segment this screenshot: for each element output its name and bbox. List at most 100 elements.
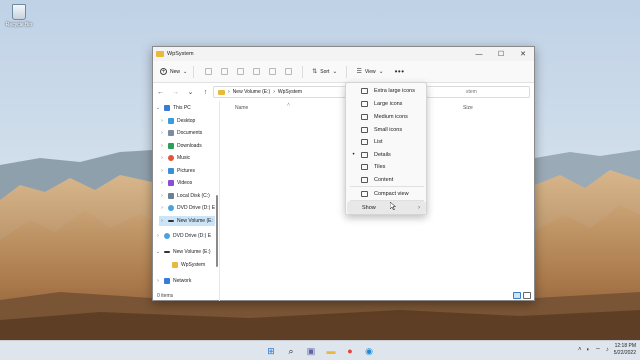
plus-icon: + bbox=[160, 68, 167, 75]
title-bar[interactable]: WpSystem — ☐ ✕ bbox=[153, 47, 534, 61]
sidebar-item-wpsystem[interactable]: WpSystem bbox=[163, 260, 205, 270]
copy-icon[interactable] bbox=[220, 68, 228, 75]
menu-item-content[interactable]: Content bbox=[346, 173, 426, 186]
chevron-icon[interactable]: ⌄ bbox=[155, 105, 161, 111]
chevron-icon[interactable]: › bbox=[155, 278, 161, 284]
sidebar-item-network[interactable]: › Network bbox=[155, 276, 191, 286]
command-bar: + New ⌄ ⇅ Sort ⌄ ☰ View ⌄ ••• bbox=[153, 61, 534, 83]
sidebar-item-dvd-drive-root[interactable]: › DVD Drive (D:) E bbox=[155, 231, 211, 241]
submenu-arrow-icon: › bbox=[418, 204, 420, 211]
search-input[interactable]: stem bbox=[426, 86, 530, 98]
sidebar-item-label: WpSystem bbox=[181, 262, 206, 268]
toolbar-divider bbox=[346, 65, 348, 78]
forward-button[interactable]: → bbox=[168, 89, 183, 96]
menu-item-extra-large-icons[interactable]: Extra large icons bbox=[346, 84, 426, 97]
sidebar-item-videos[interactable]: › Videos bbox=[159, 178, 192, 188]
sidebar-item-label: Desktop bbox=[177, 117, 196, 124]
cut-icon[interactable] bbox=[204, 68, 212, 75]
maximize-button[interactable]: ☐ bbox=[490, 47, 512, 61]
paste-icon[interactable] bbox=[236, 68, 244, 75]
details-view-icon[interactable] bbox=[513, 292, 521, 299]
back-button[interactable]: ← bbox=[153, 89, 168, 96]
breadcrumb-item[interactable]: New Volume (E:) bbox=[233, 89, 271, 95]
sidebar-item-desktop[interactable]: › Desktop bbox=[159, 116, 195, 126]
recycle-bin-desktop-icon[interactable]: Recycle Bin bbox=[4, 4, 34, 28]
menu-item-list[interactable]: List bbox=[346, 135, 426, 148]
breadcrumb-separator: › bbox=[273, 89, 275, 95]
sidebar-item-label: Music bbox=[177, 155, 191, 161]
chevron-icon[interactable]: › bbox=[159, 130, 165, 136]
menu-item-label: Details bbox=[374, 151, 391, 158]
dvd-icon bbox=[168, 205, 174, 211]
onedrive-icon[interactable]: ◐ bbox=[586, 347, 590, 353]
menu-item-label: Tiles bbox=[374, 163, 386, 170]
videos-icon bbox=[168, 180, 174, 186]
file-explorer-window: WpSystem — ☐ ✕ + New ⌄ ⇅ Sort ⌄ ☰ View ⌄ bbox=[152, 46, 535, 301]
chevron-icon[interactable]: › bbox=[159, 218, 165, 224]
sidebar-item-music[interactable]: › Music bbox=[159, 153, 190, 163]
breadcrumb-item[interactable]: WpSystem bbox=[278, 89, 302, 95]
sidebar-item-downloads[interactable]: › Downloads bbox=[159, 141, 202, 151]
sidebar-item-dvd-drive[interactable]: › DVD Drive (D:) E bbox=[159, 203, 215, 213]
chevron-icon[interactable]: › bbox=[159, 143, 165, 149]
sidebar-item-label: New Volume (E:) bbox=[173, 249, 211, 255]
system-tray: ˄ ◐ ⌔ ♪ 12:18 PM 5/22/2022 bbox=[578, 343, 636, 356]
sidebar-item-new-volume-root[interactable]: ⌄ New Volume (E:) bbox=[155, 247, 211, 257]
breadcrumb-separator: › bbox=[228, 89, 230, 95]
small-icons-icon bbox=[361, 126, 368, 133]
menu-item-large-icons[interactable]: Large icons bbox=[346, 97, 426, 110]
view-button[interactable]: ☰ View ⌄ bbox=[356, 68, 383, 76]
chevron-down-icon: ⌄ bbox=[183, 68, 188, 75]
view-icon: ☰ bbox=[356, 69, 362, 75]
toolbar-divider bbox=[302, 65, 304, 78]
share-icon[interactable] bbox=[268, 68, 276, 75]
chevron-icon[interactable]: › bbox=[159, 118, 165, 124]
close-button[interactable]: ✕ bbox=[512, 47, 534, 61]
new-button[interactable]: + New ⌄ bbox=[160, 68, 187, 75]
medium-icons-icon bbox=[361, 113, 368, 120]
chrome-icon[interactable]: ● bbox=[344, 345, 356, 357]
up-button[interactable]: ↑ bbox=[198, 89, 213, 96]
sidebar-item-label: New Volume (E: bbox=[177, 217, 213, 224]
sidebar-item-documents[interactable]: › Documents bbox=[159, 128, 202, 138]
search-icon[interactable]: ⌕ bbox=[285, 345, 297, 357]
menu-item-tiles[interactable]: Tiles bbox=[346, 160, 426, 173]
sidebar-item-label: Local Disk (C:) bbox=[177, 192, 210, 199]
menu-item-compact-view[interactable]: Compact view bbox=[346, 187, 426, 200]
column-header-name[interactable]: Name bbox=[235, 105, 248, 111]
recent-locations-button[interactable]: ⌄ bbox=[183, 88, 198, 96]
sidebar-item-local-disk-c[interactable]: › Local Disk (C:) bbox=[159, 191, 210, 201]
sort-label: Sort bbox=[320, 68, 330, 75]
rename-icon[interactable] bbox=[252, 68, 260, 75]
menu-item-show[interactable]: Show › bbox=[347, 201, 426, 214]
chevron-up-icon[interactable]: ˄ bbox=[578, 347, 582, 353]
file-explorer-icon[interactable]: ▬ bbox=[325, 345, 337, 357]
more-options-button[interactable]: ••• bbox=[395, 67, 405, 76]
sidebar-scrollbar[interactable] bbox=[216, 195, 218, 267]
tiles-view-icon[interactable] bbox=[523, 292, 531, 299]
sidebar-item-pictures[interactable]: › Pictures bbox=[159, 166, 195, 176]
chevron-icon[interactable]: ⌄ bbox=[155, 249, 161, 255]
sort-button[interactable]: ⇅ Sort ⌄ bbox=[312, 68, 337, 76]
menu-item-label: Content bbox=[374, 176, 394, 183]
downloads-icon bbox=[168, 142, 174, 149]
pane-divider[interactable] bbox=[219, 101, 220, 301]
sidebar-item-new-volume[interactable]: › New Volume (E: bbox=[159, 215, 215, 226]
start-button-icon[interactable]: ⊞ bbox=[265, 345, 277, 357]
chat-icon[interactable]: ▣ bbox=[305, 345, 317, 357]
clock[interactable]: 12:18 PM 5/22/2022 bbox=[614, 343, 636, 356]
chevron-icon[interactable]: › bbox=[159, 168, 165, 174]
menu-item-medium-icons[interactable]: Medium icons bbox=[346, 110, 426, 123]
minimize-button[interactable]: — bbox=[468, 47, 490, 61]
delete-icon[interactable] bbox=[284, 68, 292, 75]
chevron-icon[interactable]: › bbox=[159, 180, 165, 186]
volume-icon[interactable]: ♪ bbox=[606, 347, 609, 353]
column-header-size[interactable]: Size bbox=[463, 105, 473, 111]
chevron-icon[interactable]: › bbox=[159, 205, 165, 211]
network-icon[interactable]: ⌔ bbox=[595, 346, 601, 354]
edge-icon[interactable]: ◉ bbox=[363, 345, 375, 357]
chevron-icon[interactable]: › bbox=[159, 193, 165, 199]
sidebar-item-this-pc[interactable]: ⌄ This PC bbox=[155, 103, 191, 113]
chevron-icon[interactable]: › bbox=[159, 155, 165, 161]
chevron-icon[interactable]: › bbox=[155, 233, 161, 239]
